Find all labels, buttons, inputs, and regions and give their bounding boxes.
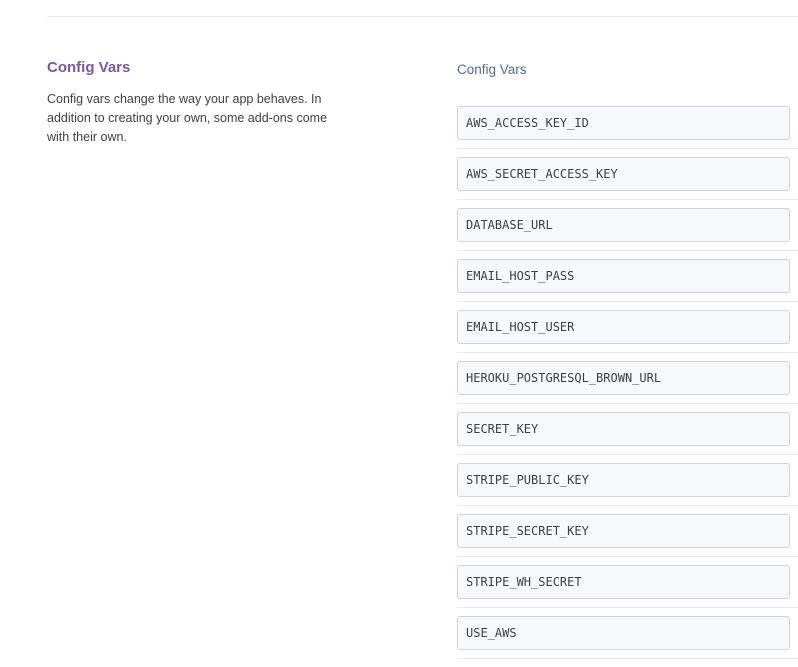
config-var-row [457,259,798,310]
config-var-key-input[interactable] [457,514,790,548]
config-var-row [457,463,798,514]
config-var-row [457,106,798,157]
config-vars-list [457,106,798,667]
config-var-key-input[interactable] [457,361,790,395]
config-var-row [457,616,798,667]
config-vars-label: Config Vars [457,62,527,77]
config-var-row [457,514,798,565]
config-vars-panel: Config Vars [457,60,798,659]
config-var-key-input[interactable] [457,412,790,446]
config-var-key-input[interactable] [457,157,790,191]
config-var-key-input[interactable] [457,208,790,242]
config-var-row [457,208,798,259]
config-var-row [457,565,798,616]
config-var-row [457,412,798,463]
config-var-row [457,310,798,361]
section-title: Config Vars [47,59,131,76]
top-divider [47,16,798,17]
section-info: Config Vars Config vars change the way y… [47,58,337,147]
section-description: Config vars change the way your app beha… [47,92,328,144]
config-var-key-input[interactable] [457,463,790,497]
config-var-key-input[interactable] [457,310,790,344]
config-var-key-input[interactable] [457,106,790,140]
config-var-row [457,157,798,208]
config-var-key-input[interactable] [457,259,790,293]
config-var-row [457,361,798,412]
config-var-key-input[interactable] [457,616,790,650]
config-var-key-input[interactable] [457,565,790,599]
